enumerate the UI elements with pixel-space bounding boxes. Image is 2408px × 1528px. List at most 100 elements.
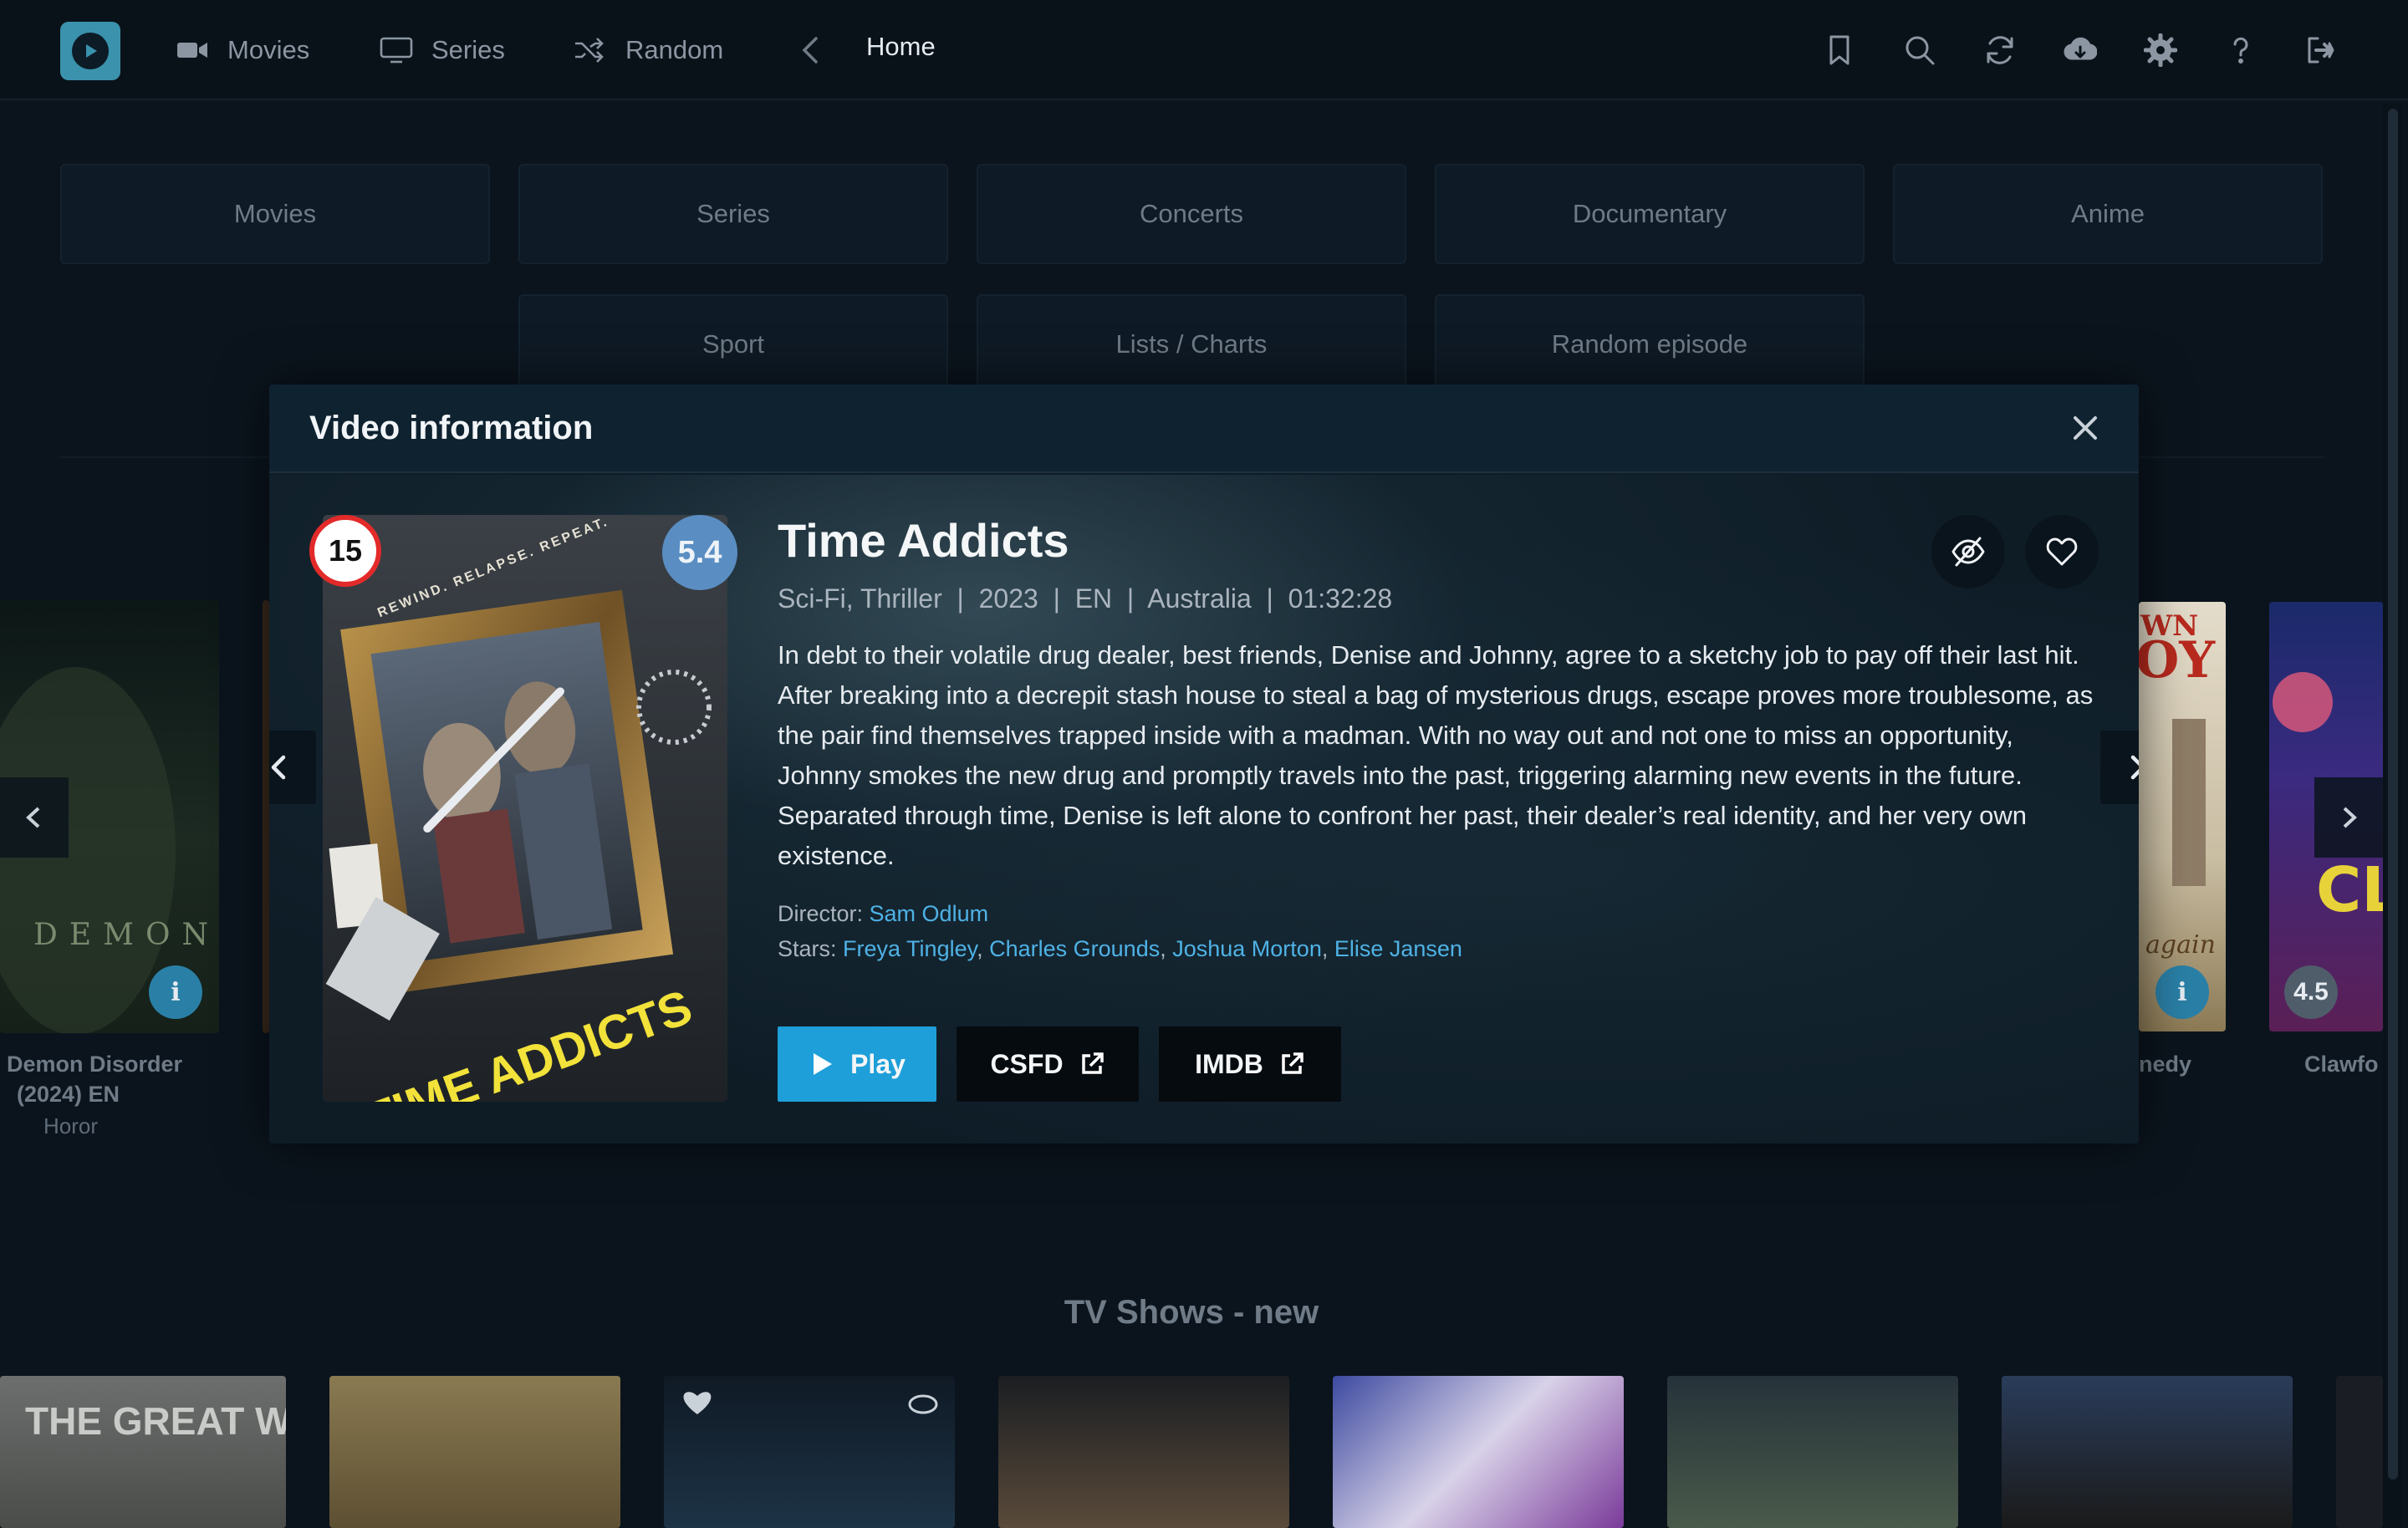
movie-description: In debt to their volatile drug dealer, b… <box>778 640 2094 870</box>
info-button[interactable]: i <box>149 965 202 1019</box>
nav-random-label: Random <box>625 35 724 64</box>
svg-text:again: again <box>2145 930 2216 960</box>
poster-art <box>683 1392 938 1414</box>
stars-line: Stars: Freya Tingley, Charles Grounds, J… <box>778 936 1462 961</box>
nav-right-icons <box>1819 30 2341 70</box>
tv-poster[interactable] <box>998 1376 1289 1528</box>
nav-movies-label: Movies <box>227 35 310 64</box>
favorite-button[interactable] <box>2025 515 2099 588</box>
imdb-button-label: IMDB <box>1195 1048 1263 1079</box>
category-documentary[interactable]: Documentary <box>1435 164 1865 264</box>
shuffle-icon <box>575 38 604 63</box>
tv-poster[interactable] <box>2336 1376 2383 1528</box>
top-navbar: Movies Series Random Home <box>0 0 2408 100</box>
play-logo-icon <box>72 33 109 69</box>
card-title-line2: (2024) EN <box>17 1082 120 1107</box>
carousel-prev-button[interactable] <box>0 777 69 858</box>
video-camera-icon <box>177 43 207 58</box>
svg-text:THE GREAT WALL: THE GREAT WALL <box>25 1399 286 1443</box>
category-lists-charts[interactable]: Lists / Charts <box>977 294 1406 395</box>
close-icon <box>2074 416 2097 440</box>
director-link[interactable]: Sam Odlum <box>870 901 989 926</box>
app-logo[interactable] <box>60 22 120 80</box>
search-icon[interactable] <box>1900 30 1940 70</box>
poster-art: THE GREAT WALL <box>25 1399 286 1443</box>
breadcrumb-home[interactable]: Home <box>866 32 936 62</box>
stars-label: Stars: <box>778 936 844 961</box>
modal-title: Video information <box>309 410 594 446</box>
tv-poster[interactable] <box>2002 1376 2293 1528</box>
cloud-download-icon[interactable] <box>2060 30 2100 70</box>
close-button[interactable] <box>2069 411 2102 445</box>
tv-poster[interactable] <box>1667 1376 1958 1528</box>
chevron-left-icon <box>26 807 40 828</box>
star-link[interactable]: Joshua Morton <box>1172 936 1322 961</box>
play-button-label: Play <box>850 1048 906 1079</box>
modal-prev-button[interactable] <box>269 731 316 804</box>
tv-poster[interactable] <box>329 1376 620 1528</box>
star-link[interactable]: Elise Jansen <box>1334 936 1462 961</box>
monitor-icon <box>380 37 413 64</box>
eye-icon <box>908 1394 938 1414</box>
modal-header: Video information <box>269 385 2139 473</box>
tv-poster[interactable]: THE GREAT WALL <box>0 1376 286 1528</box>
info-button[interactable]: i <box>2155 965 2209 1019</box>
star-link[interactable]: Charles Grounds <box>989 936 1160 961</box>
carousel-next-button[interactable] <box>2314 777 2383 858</box>
tv-poster[interactable] <box>664 1376 955 1528</box>
nav-series-label: Series <box>431 35 505 64</box>
gear-icon[interactable] <box>2140 30 2181 70</box>
play-button[interactable]: Play <box>778 1026 936 1102</box>
card-title-partial: nedy <box>2139 1052 2192 1077</box>
chevron-left-icon <box>271 755 286 780</box>
heart-icon <box>2046 537 2078 566</box>
nav-series[interactable]: Series <box>380 30 505 70</box>
card-genre: Horor <box>43 1113 99 1138</box>
card-title-partial: Clawfo <box>2304 1052 2379 1077</box>
external-link-icon <box>1282 1052 1303 1074</box>
nav-random[interactable]: Random <box>574 30 723 70</box>
external-link-icon <box>1081 1052 1104 1074</box>
modal-next-button[interactable] <box>2100 731 2139 804</box>
poster-art: REWIND. RELAPSE. REPEAT. TIME ADDICTS <box>323 515 727 1102</box>
refresh-icon[interactable] <box>1980 30 2020 70</box>
movie-poster: REWIND. RELAPSE. REPEAT. TIME ADDICTS <box>323 515 727 1102</box>
heart-icon <box>683 1392 712 1414</box>
nav-movies[interactable]: Movies <box>176 30 309 70</box>
svg-text:DEMON: DEMON <box>33 918 219 952</box>
chevron-right-icon <box>2130 755 2139 780</box>
watched-toggle-button[interactable] <box>1931 515 2005 588</box>
csfd-button[interactable]: CSFD <box>957 1026 1139 1102</box>
logout-icon[interactable] <box>2301 30 2341 70</box>
score-badge: 5.4 <box>662 515 737 590</box>
age-rating-badge: 15 <box>309 515 381 587</box>
video-info-modal: Video information REWIND. RELAPSE. REPEA… <box>269 385 2139 1143</box>
director-label: Director: <box>778 901 870 926</box>
scrollbar-thumb[interactable] <box>2388 109 2398 1480</box>
page-scrollbar[interactable] <box>2383 104 2403 1528</box>
star-link[interactable]: Freya Tingley <box>843 936 977 961</box>
chevron-left-icon[interactable] <box>796 35 826 65</box>
card-title-line1: Demon Disorder <box>7 1052 183 1077</box>
play-icon <box>814 1053 833 1075</box>
category-sport[interactable]: Sport <box>518 294 948 395</box>
category-random-episode[interactable]: Random episode <box>1435 294 1865 395</box>
bookmark-icon[interactable] <box>1819 30 1860 70</box>
tv-poster[interactable] <box>1333 1376 1624 1528</box>
category-concerts[interactable]: Concerts <box>977 164 1406 264</box>
category-series[interactable]: Series <box>518 164 948 264</box>
poster-edge <box>263 600 269 1033</box>
movie-title: Time Addicts <box>778 514 1069 567</box>
svg-text:CL: CL <box>2316 854 2383 926</box>
help-icon[interactable] <box>2221 30 2261 70</box>
director-line: Director: Sam Odlum <box>778 901 988 927</box>
category-movies[interactable]: Movies <box>60 164 490 264</box>
category-anime[interactable]: Anime <box>1893 164 2323 264</box>
imdb-button[interactable]: IMDB <box>1159 1026 1341 1102</box>
chevron-right-icon <box>2343 807 2357 828</box>
score-badge: 4.5 <box>2284 965 2338 1019</box>
section-title-tv-shows: TV Shows - new <box>1064 1294 1319 1331</box>
csfd-button-label: CSFD <box>990 1048 1064 1079</box>
svg-text:OY: OY <box>2139 631 2216 690</box>
eye-slash-icon <box>1951 537 1985 567</box>
